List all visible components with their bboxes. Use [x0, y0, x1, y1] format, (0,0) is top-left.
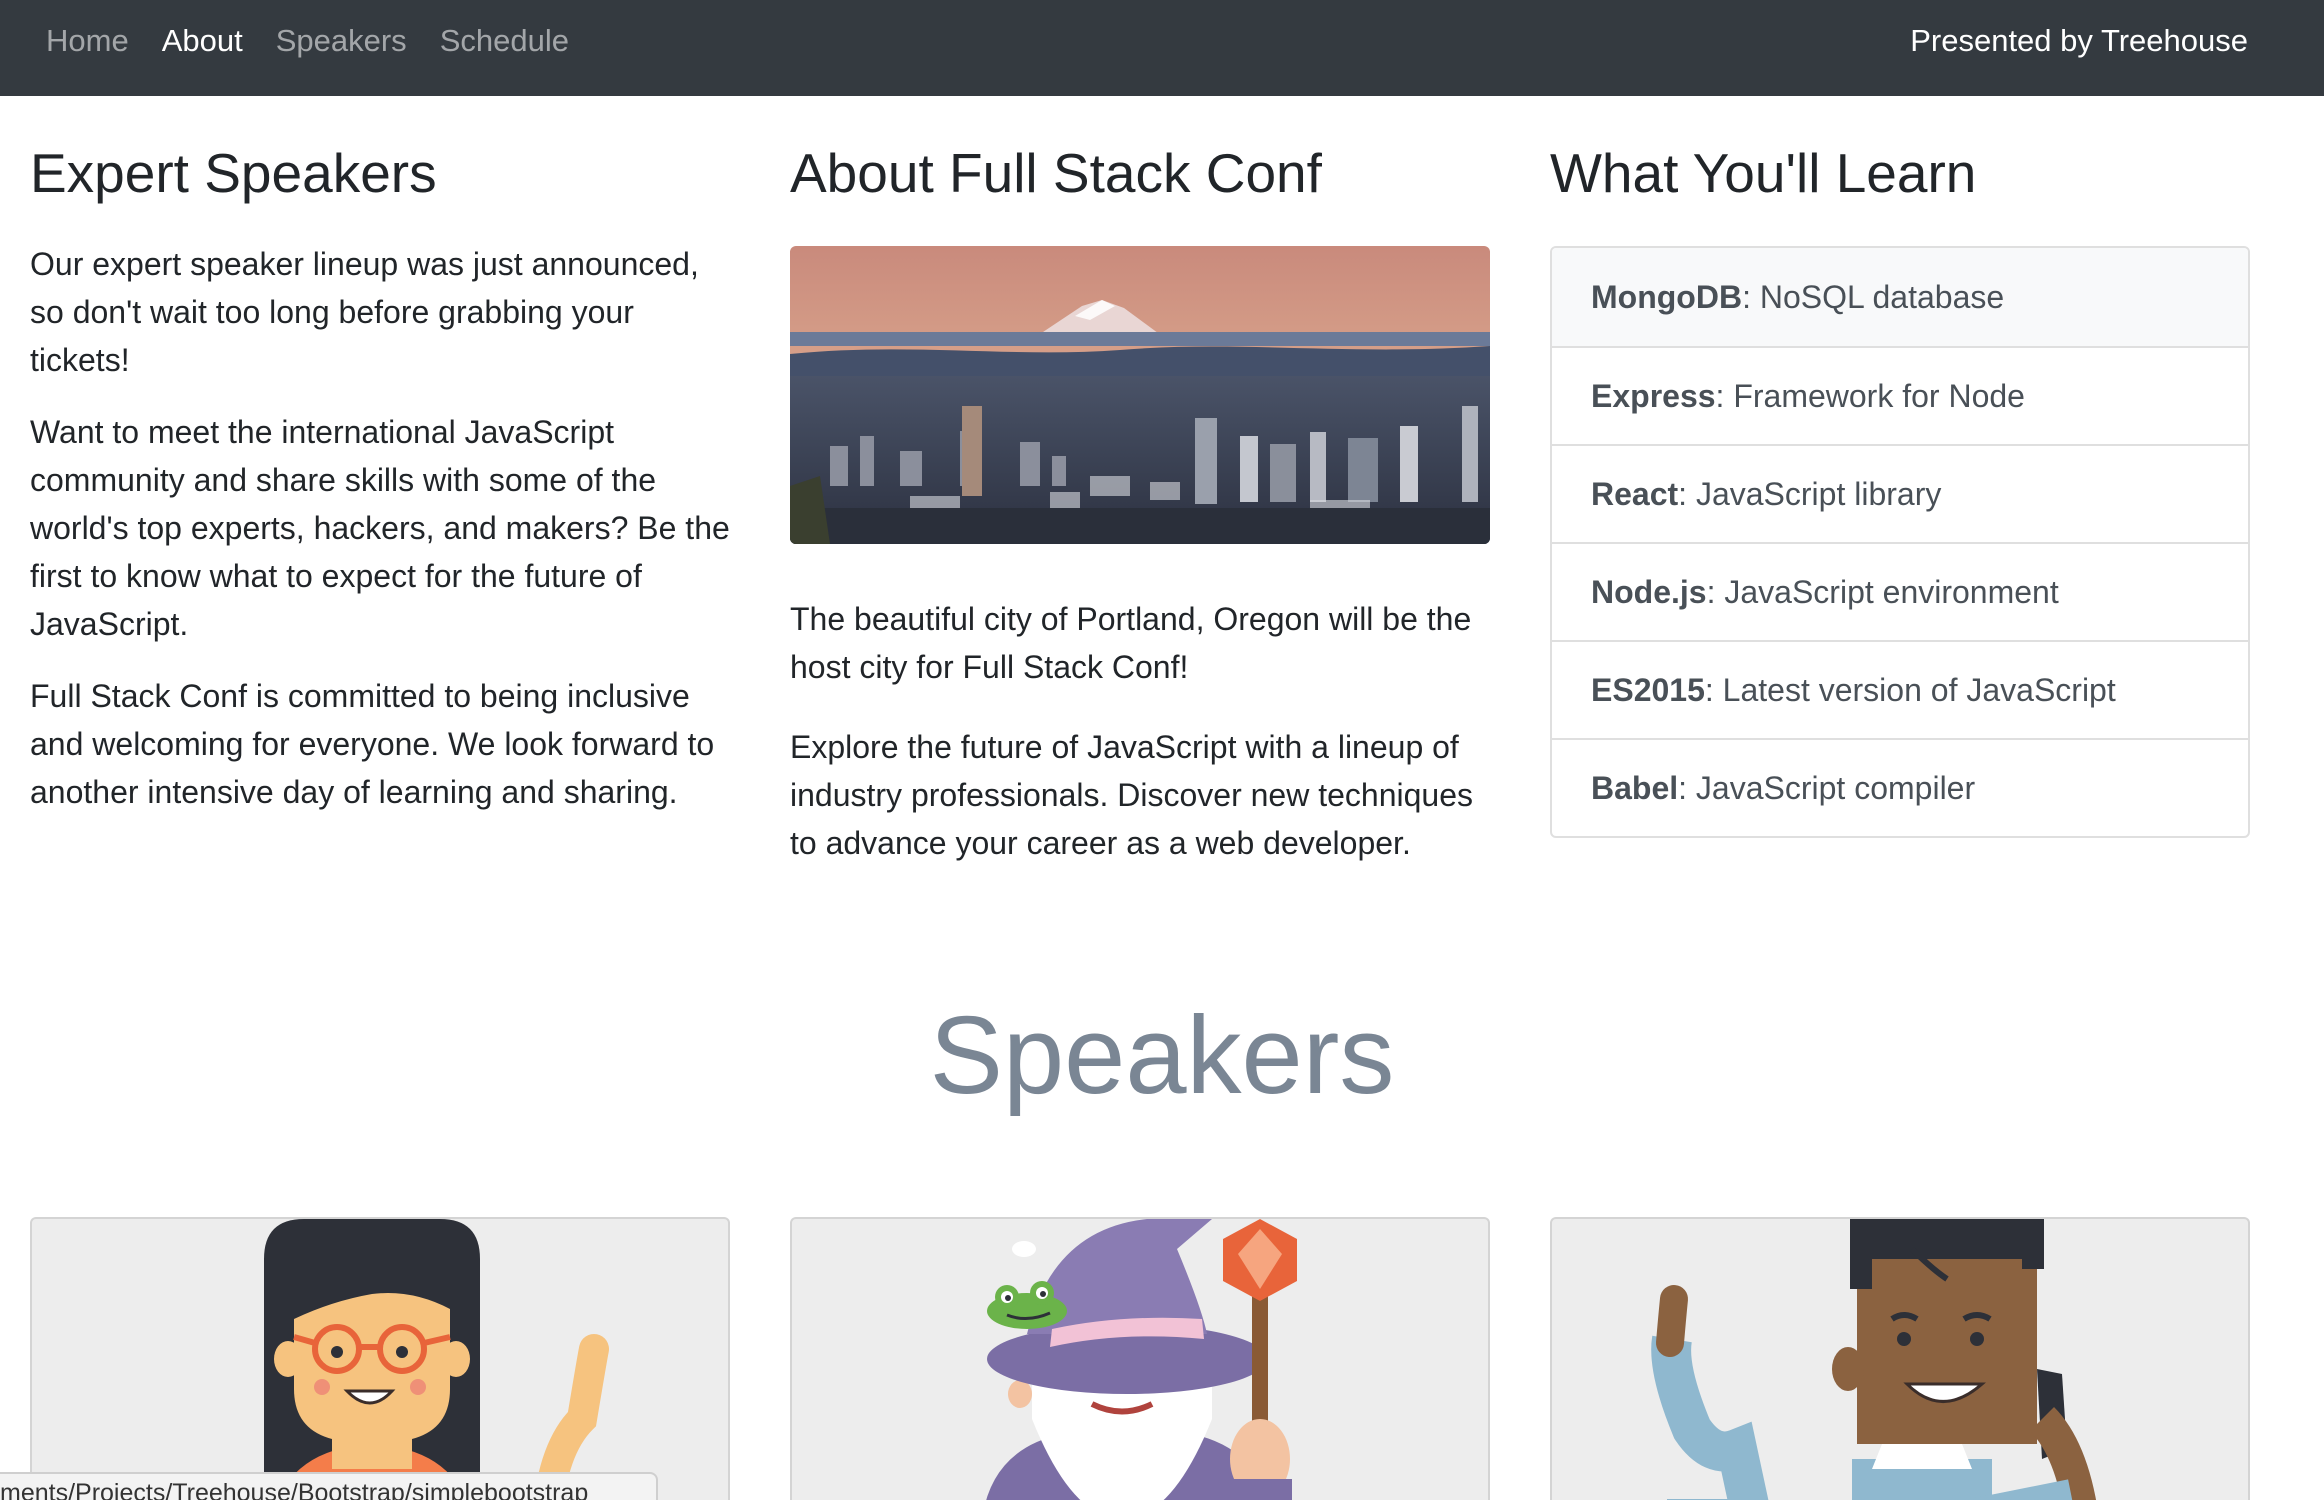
speaker-card-man[interactable]: [1550, 1217, 2250, 1500]
speaker-card-woman[interactable]: [30, 1217, 730, 1500]
nav-link-schedule[interactable]: Schedule: [440, 23, 569, 59]
paragraph: Our expert speaker lineup was just annou…: [30, 246, 699, 378]
list-item[interactable]: Node.js: JavaScript environment: [1552, 542, 2248, 640]
nav-link-about[interactable]: About: [162, 23, 243, 59]
about-column: About Full Stack Conf The beautiful city…: [790, 96, 1490, 867]
learn-column: What You'll Learn MongoDB: NoSQL databas…: [1550, 96, 2250, 838]
presented-by-text: Presented by Treehouse: [1910, 23, 2248, 58]
list-item[interactable]: React: JavaScript library: [1552, 444, 2248, 542]
expert-speakers-text: Our expert speaker lineup was just annou…: [30, 240, 730, 816]
navbar: Home About Speakers Schedule Presented b…: [0, 0, 2324, 96]
paragraph: Full Stack Conf is committed to being in…: [30, 678, 715, 810]
list-item[interactable]: MongoDB: NoSQL database: [1552, 248, 2248, 346]
topic-name: Node.js: [1591, 573, 1707, 610]
topics-list: MongoDB: NoSQL database Express: Framewo…: [1550, 246, 2250, 838]
paragraph: Want to meet the international JavaScrip…: [30, 414, 730, 642]
topic-desc: : Latest version of JavaScript: [1704, 671, 2116, 708]
paragraph: Explore the future of JavaScript with a …: [790, 729, 1473, 861]
nav-link-home[interactable]: Home: [46, 23, 129, 59]
nav-links: Home About Speakers Schedule: [46, 0, 602, 82]
paragraph: The beautiful city of Portland, Oregon w…: [790, 601, 1472, 685]
topic-name: ES2015: [1591, 671, 1705, 708]
man-avatar: [1651, 1219, 2097, 1500]
topic-name: MongoDB: [1591, 278, 1743, 315]
topic-desc: : JavaScript compiler: [1678, 769, 1976, 806]
topic-desc: : Framework for Node: [1715, 377, 2025, 414]
browser-status-bar: ments/Projects/Treehouse/Bootstrap/simpl…: [0, 1472, 658, 1500]
nav-link-speakers[interactable]: Speakers: [276, 23, 407, 59]
topic-name: React: [1591, 475, 1679, 512]
topic-name: Express: [1591, 377, 1716, 414]
portland-city-image: [790, 246, 1490, 544]
learn-title: What You'll Learn: [1550, 142, 1977, 204]
topic-desc: : JavaScript environment: [1706, 573, 2059, 610]
topic-desc: : JavaScript library: [1678, 475, 1942, 512]
about-text: The beautiful city of Portland, Oregon w…: [790, 595, 1490, 867]
list-item[interactable]: Babel: JavaScript compiler: [1552, 738, 2248, 836]
wizard-avatar: [986, 1219, 1297, 1500]
about-title: About Full Stack Conf: [790, 142, 1322, 204]
list-item[interactable]: Express: Framework for Node: [1552, 346, 2248, 444]
speakers-heading: Speakers: [929, 994, 1395, 1117]
topic-desc: : NoSQL database: [1742, 278, 2005, 315]
expert-speakers-column: Expert Speakers Our expert speaker lineu…: [30, 96, 730, 816]
list-item[interactable]: ES2015: Latest version of JavaScript: [1552, 640, 2248, 738]
speaker-card-wizard[interactable]: [790, 1217, 1490, 1500]
woman-avatar: [264, 1219, 609, 1500]
topic-name: Babel: [1591, 769, 1679, 806]
expert-speakers-title: Expert Speakers: [30, 142, 437, 204]
